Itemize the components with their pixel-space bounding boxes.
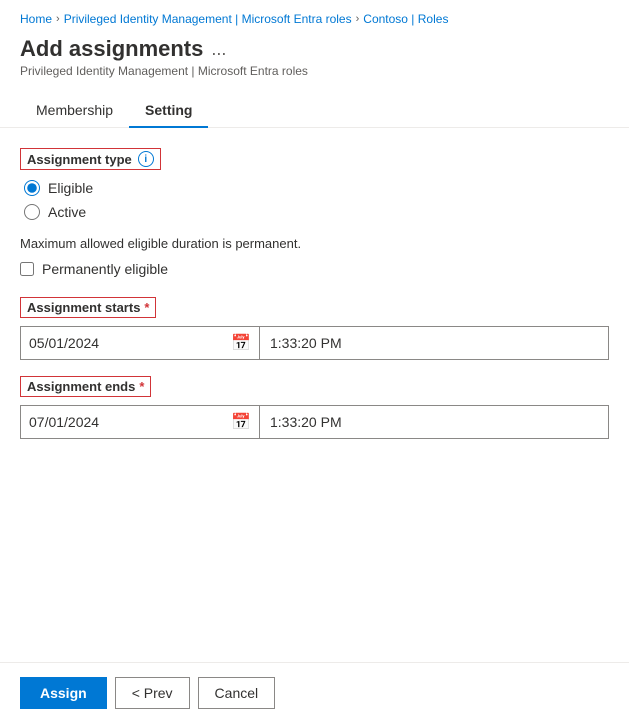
radio-active[interactable]: Active (24, 204, 609, 220)
cancel-button[interactable]: Cancel (198, 677, 276, 709)
eligible-duration-info: Maximum allowed eligible duration is per… (20, 236, 609, 251)
assignment-starts-time-input[interactable] (260, 326, 609, 360)
assignment-starts-date-wrapper: 📅 (20, 326, 260, 360)
assignment-starts-calendar-icon[interactable]: 📅 (223, 327, 259, 359)
assignment-ends-time-input[interactable] (260, 405, 609, 439)
tab-membership[interactable]: Membership (20, 94, 129, 128)
breadcrumb-pim[interactable]: Privileged Identity Management | Microso… (64, 12, 352, 26)
assignment-type-radio-group: Eligible Active (20, 180, 609, 220)
assignment-ends-date-input[interactable] (21, 408, 223, 436)
radio-eligible[interactable]: Eligible (24, 180, 609, 196)
breadcrumb-sep-1: › (56, 13, 60, 25)
tab-setting[interactable]: Setting (129, 94, 208, 128)
assignment-starts-required: * (144, 300, 149, 315)
breadcrumb: Home › Privileged Identity Management | … (0, 0, 629, 32)
breadcrumb-sep-2: › (356, 13, 360, 25)
assignment-type-text: Assignment type (27, 152, 132, 167)
breadcrumb-roles[interactable]: Contoso | Roles (363, 12, 448, 26)
radio-eligible-input[interactable] (24, 180, 40, 196)
assignment-ends-group: Assignment ends * 📅 (20, 376, 609, 439)
assign-button[interactable]: Assign (20, 677, 107, 709)
assignment-ends-calendar-icon[interactable]: 📅 (223, 406, 259, 438)
breadcrumb-home[interactable]: Home (20, 12, 52, 26)
permanently-eligible-checkbox[interactable] (20, 262, 34, 276)
assignment-starts-group: Assignment starts * 📅 (20, 297, 609, 360)
assignment-ends-label-text: Assignment ends (27, 379, 135, 394)
page-title-text: Add assignments (20, 36, 203, 62)
permanently-eligible-option: Permanently eligible (20, 261, 609, 277)
page-subtitle: Privileged Identity Management | Microso… (20, 64, 609, 78)
assignment-type-group: Assignment type i Eligible Active (20, 148, 609, 220)
assignment-starts-date-input[interactable] (21, 329, 223, 357)
prev-button[interactable]: < Prev (115, 677, 190, 709)
assignment-type-label: Assignment type i (20, 148, 161, 170)
assignment-ends-required: * (139, 379, 144, 394)
assignment-starts-label: Assignment starts * (20, 297, 156, 318)
tabs-container: Membership Setting (0, 94, 629, 128)
page-title: Add assignments ... (20, 36, 609, 62)
assignment-ends-label: Assignment ends * (20, 376, 151, 397)
assignment-type-info-icon[interactable]: i (138, 151, 154, 167)
assignment-ends-date-wrapper: 📅 (20, 405, 260, 439)
footer: Assign < Prev Cancel (0, 662, 629, 723)
radio-eligible-label: Eligible (48, 180, 93, 196)
page-header: Add assignments ... Privileged Identity … (0, 32, 629, 78)
radio-active-label: Active (48, 204, 86, 220)
assignment-starts-row: 📅 (20, 326, 609, 360)
permanently-eligible-label: Permanently eligible (42, 261, 168, 277)
content-area: Assignment type i Eligible Active Maximu… (0, 128, 629, 662)
page-title-ellipsis: ... (211, 39, 226, 60)
assignment-starts-label-text: Assignment starts (27, 300, 140, 315)
radio-active-input[interactable] (24, 204, 40, 220)
assignment-ends-row: 📅 (20, 405, 609, 439)
